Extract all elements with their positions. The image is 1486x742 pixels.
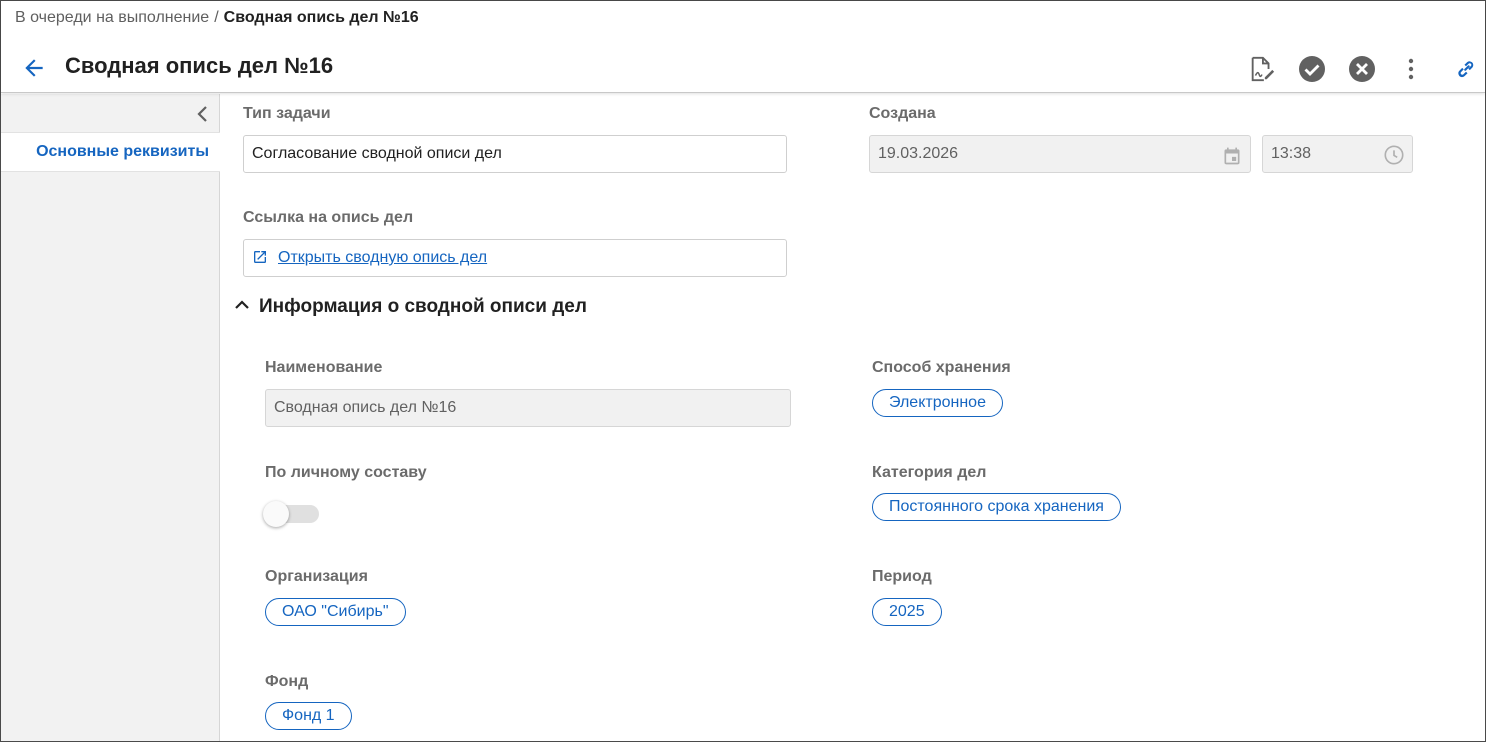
fund-label: Фонд <box>265 673 309 690</box>
created-date-value: 19.03.2026 <box>878 145 959 162</box>
toggle-thumb <box>263 501 289 527</box>
approve-check-icon[interactable] <box>1298 55 1326 83</box>
name-label: Наименование <box>265 359 383 376</box>
page-title: Сводная опись дел №16 <box>65 53 334 78</box>
created-time-value: 13:38 <box>1271 145 1312 162</box>
organization-chip[interactable]: ОАО "Сибирь" <box>265 598 406 626</box>
chevron-left-icon[interactable] <box>193 104 213 124</box>
open-inventory-link[interactable]: Открыть сводную опись дел <box>278 249 487 266</box>
breadcrumb-separator: / <box>214 9 219 26</box>
period-chip[interactable]: 2025 <box>872 598 942 626</box>
created-label: Создана <box>869 105 936 122</box>
personnel-toggle[interactable] <box>263 500 321 528</box>
section-header[interactable]: Информация о сводной описи дел <box>233 296 587 318</box>
open-external-icon <box>252 243 270 263</box>
category-chip[interactable]: Постоянного срока хранения <box>872 493 1121 521</box>
created-date-field: 19.03.2026 <box>869 135 1251 173</box>
breadcrumb: В очереди на выполнение / Сводная опись де… <box>15 9 419 27</box>
sign-document-icon[interactable] <box>1248 55 1276 83</box>
link-icon[interactable] <box>1452 55 1480 83</box>
breadcrumb-current: Сводная опись дел №16 <box>223 9 419 26</box>
clock-icon <box>1383 144 1404 165</box>
chevron-up-icon <box>233 296 251 314</box>
created-time-field: 13:38 <box>1262 135 1413 173</box>
period-label: Период <box>872 568 932 585</box>
breadcrumb-parent[interactable]: В очереди на выполнение <box>15 9 209 26</box>
organization-label: Организация <box>265 568 368 585</box>
inventory-link-field: Открыть сводную опись дел <box>243 239 787 277</box>
reject-x-icon[interactable] <box>1348 55 1376 83</box>
app-window <box>0 0 1486 742</box>
name-field: Сводная опись дел №16 <box>265 389 791 427</box>
task-type-label: Тип задачи <box>243 105 331 122</box>
more-vert-icon[interactable] <box>1397 55 1425 83</box>
page-header: В очереди на выполнение / Сводная опись де… <box>1 1 1485 93</box>
section-title: Информация о сводной описи дел <box>259 296 587 317</box>
sidebar-item-main-details[interactable]: Основные реквизиты <box>1 132 220 172</box>
calendar-icon <box>1222 144 1242 165</box>
storage-method-label: Способ хранения <box>872 359 1011 376</box>
storage-method-chip[interactable]: Электронное <box>872 389 1003 417</box>
sidebar: Основные реквизиты <box>1 94 220 741</box>
back-arrow-icon[interactable] <box>21 55 47 81</box>
personnel-label: По личному составу <box>265 464 427 481</box>
category-label: Категория дел <box>872 464 987 481</box>
task-type-field[interactable]: Согласование сводной описи дел <box>243 135 787 173</box>
fund-chip[interactable]: Фонд 1 <box>265 702 352 730</box>
inventory-link-label: Ссылка на опись дел <box>243 209 414 226</box>
